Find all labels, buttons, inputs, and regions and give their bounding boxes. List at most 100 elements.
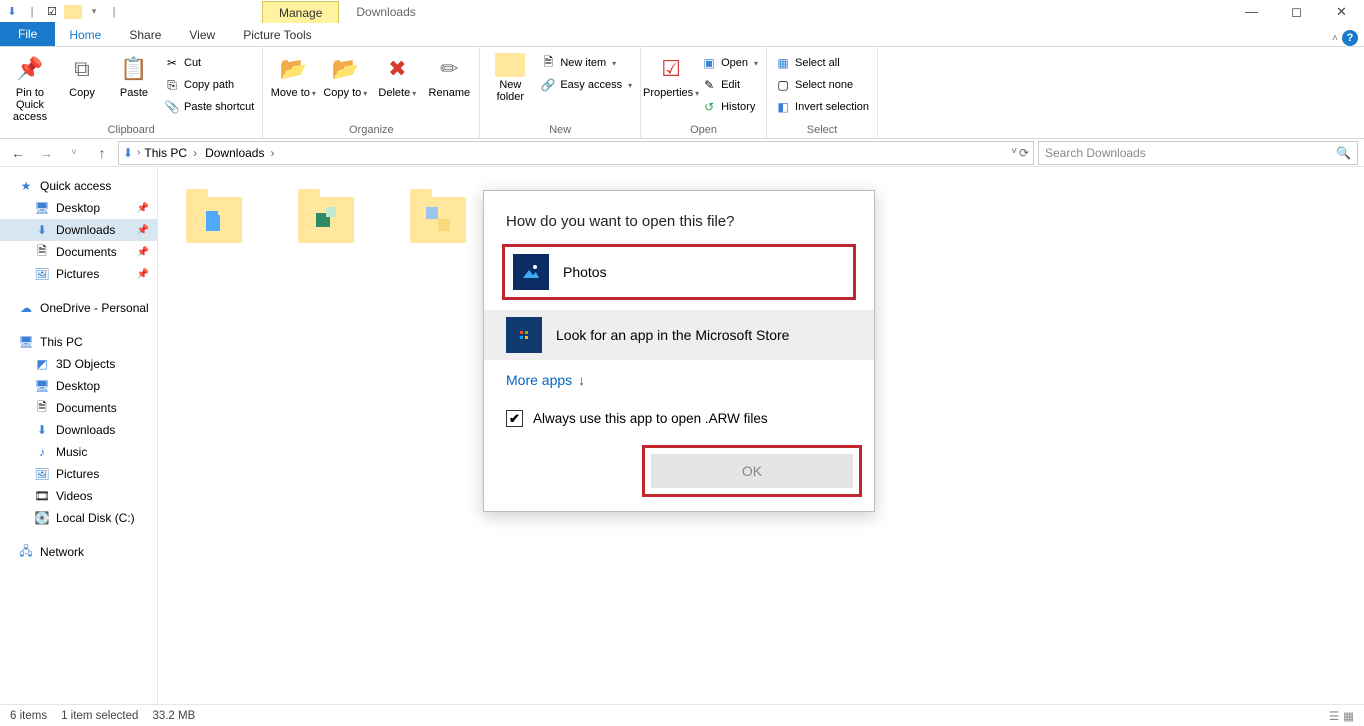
open-button[interactable]: ▣Open: [699, 53, 760, 73]
close-button[interactable]: ✕: [1319, 0, 1364, 23]
chevron-right-icon[interactable]: ›: [137, 147, 140, 158]
open-with-dialog: How do you want to open this file? Photo…: [483, 190, 875, 512]
history-button[interactable]: ↺History: [699, 97, 760, 117]
properties-button[interactable]: ☑ Properties: [647, 49, 695, 99]
edit-button[interactable]: ✎Edit: [699, 75, 760, 95]
nav-downloads-2[interactable]: ⬇Downloads: [0, 419, 157, 441]
navigation-pane: ★Quick access 🖥Desktop📌 ⬇Downloads📌 🗎Doc…: [0, 167, 158, 704]
folder-item[interactable]: [406, 183, 470, 247]
folder-item[interactable]: [294, 183, 358, 247]
copy-button[interactable]: ⧉ Copy: [58, 49, 106, 99]
recent-locations-button[interactable]: ˅: [62, 147, 86, 158]
path-icon: ⎘: [164, 77, 180, 93]
cube-icon: ◩: [34, 356, 50, 372]
down-arrow-icon[interactable]: ⬇: [4, 4, 20, 20]
forward-button[interactable]: →: [34, 145, 58, 161]
tab-picture-tools[interactable]: Picture Tools: [229, 24, 325, 46]
address-bar[interactable]: ⬇ › This PC Downloads ˅ ⟳: [118, 141, 1034, 165]
group-label: Organize: [269, 124, 473, 138]
nav-3d-objects[interactable]: ◩3D Objects: [0, 353, 157, 375]
folder-icon: [64, 5, 82, 19]
delete-button[interactable]: ✖ Delete: [373, 49, 421, 99]
nav-local-disk[interactable]: 💽Local Disk (C:): [0, 507, 157, 529]
app-option-store[interactable]: Look for an app in the Microsoft Store: [484, 310, 874, 360]
nav-this-pc[interactable]: 🖥This PC: [0, 331, 157, 353]
rename-button[interactable]: ✏ Rename: [425, 49, 473, 99]
nav-documents[interactable]: 🗎Documents📌: [0, 241, 157, 263]
ribbon-group-new: New folder 🗎New item 🔗Easy access New: [480, 47, 641, 138]
title-bar: ⬇ | ☑ ▾ | Manage Downloads — ◻ ✕: [0, 0, 1364, 23]
cut-button[interactable]: ✂Cut: [162, 53, 256, 73]
nav-music[interactable]: ♪Music: [0, 441, 157, 463]
ribbon-group-organize: 📂 Move to 📂 Copy to ✖ Delete ✏ Rename Or…: [263, 47, 480, 138]
select-all-button[interactable]: ▦Select all: [773, 53, 871, 73]
copy-to-button[interactable]: 📂 Copy to: [321, 49, 369, 99]
breadcrumb-downloads[interactable]: Downloads: [205, 146, 278, 160]
nav-network[interactable]: 🖧Network: [0, 541, 157, 563]
context-tab-manage[interactable]: Manage: [262, 1, 339, 23]
ribbon-group-select: ▦Select all ▢Select none ◧Invert selecti…: [767, 47, 878, 138]
new-item-button[interactable]: 🗎New item: [538, 53, 634, 73]
more-apps-link[interactable]: More apps↓: [484, 360, 874, 400]
rename-label: Rename: [429, 87, 471, 99]
minimize-button[interactable]: —: [1229, 0, 1274, 23]
paste-button[interactable]: 📋 Paste: [110, 49, 158, 99]
nav-desktop[interactable]: 🖥Desktop📌: [0, 197, 157, 219]
details-view-icon[interactable]: ☰: [1329, 709, 1339, 723]
rename-icon: ✏: [433, 53, 465, 85]
checkbox-icon[interactable]: ☑: [44, 4, 60, 20]
search-icon[interactable]: 🔍: [1336, 146, 1351, 160]
nav-pictures[interactable]: 🖼Pictures📌: [0, 263, 157, 285]
select-none-button[interactable]: ▢Select none: [773, 75, 871, 95]
refresh-icon[interactable]: ⟳: [1019, 146, 1029, 160]
store-app-icon: [506, 317, 542, 353]
new-folder-button[interactable]: New folder: [486, 49, 534, 103]
address-bar-row: ← → ˅ ↑ ⬇ › This PC Downloads ˅ ⟳ Search…: [0, 139, 1364, 167]
nav-documents-2[interactable]: 🗎Documents: [0, 397, 157, 419]
new-folder-label: New folder: [486, 79, 534, 103]
nav-desktop-2[interactable]: 🖥Desktop: [0, 375, 157, 397]
qat-dropdown-icon[interactable]: ▾: [86, 4, 102, 20]
nav-downloads[interactable]: ⬇Downloads📌: [0, 219, 157, 241]
up-button[interactable]: ↑: [90, 145, 114, 161]
copy-path-button[interactable]: ⎘Copy path: [162, 75, 256, 95]
app-option-photos[interactable]: Photos: [505, 247, 853, 297]
always-use-row[interactable]: ✔ Always use this app to open .ARW files: [484, 400, 874, 445]
paste-shortcut-button[interactable]: 📎Paste shortcut: [162, 97, 256, 117]
app-name: Photos: [563, 264, 607, 280]
arrow-down-icon: ↓: [578, 372, 585, 388]
app-option-store-row: Look for an app in the Microsoft Store: [484, 310, 874, 360]
always-use-checkbox[interactable]: ✔: [506, 410, 523, 427]
group-label: Open: [647, 124, 760, 138]
back-button[interactable]: ←: [6, 145, 30, 161]
always-use-label: Always use this app to open .ARW files: [533, 411, 768, 426]
breadcrumb-this-pc[interactable]: This PC: [144, 146, 201, 160]
tab-view[interactable]: View: [175, 24, 229, 46]
tab-share[interactable]: Share: [115, 24, 175, 46]
easy-access-button[interactable]: 🔗Easy access: [538, 75, 634, 95]
copy-to-label: Copy to: [323, 87, 367, 99]
folder-item[interactable]: [182, 183, 246, 247]
move-to-button[interactable]: 📂 Move to: [269, 49, 317, 99]
ok-button[interactable]: OK: [651, 454, 853, 488]
pictures-icon: 🖼: [34, 466, 50, 482]
highlight-box-ok: OK: [642, 445, 862, 497]
tab-home[interactable]: Home: [55, 24, 115, 46]
large-icons-view-icon[interactable]: ▦: [1343, 709, 1354, 723]
nav-onedrive[interactable]: ☁OneDrive - Personal: [0, 297, 157, 319]
help-icon[interactable]: ?: [1342, 30, 1358, 46]
search-input[interactable]: Search Downloads 🔍: [1038, 141, 1358, 165]
nav-quick-access[interactable]: ★Quick access: [0, 175, 157, 197]
status-bar: 6 items 1 item selected 33.2 MB ☰ ▦: [0, 704, 1364, 726]
group-label: Clipboard: [6, 124, 256, 138]
pin-to-quick-access-button[interactable]: 📌 Pin to Quick access: [6, 49, 54, 123]
tab-file[interactable]: File: [0, 22, 55, 46]
group-label: New: [486, 124, 634, 138]
address-dropdown-icon[interactable]: ˅: [1011, 146, 1017, 160]
invert-selection-button[interactable]: ◧Invert selection: [773, 97, 871, 117]
star-icon: ★: [18, 178, 34, 194]
maximize-button[interactable]: ◻: [1274, 0, 1319, 23]
nav-pictures-2[interactable]: 🖼Pictures: [0, 463, 157, 485]
collapse-ribbon-icon[interactable]: ˄: [1332, 33, 1338, 44]
nav-videos[interactable]: 🎞Videos: [0, 485, 157, 507]
